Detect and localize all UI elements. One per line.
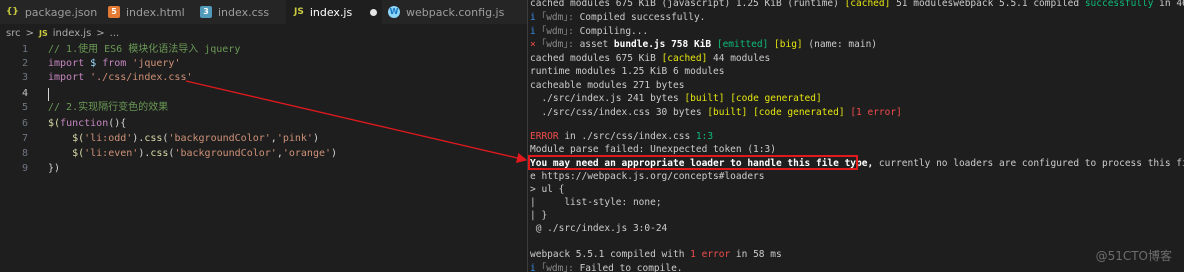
watermark: @51CTO博客 [1095,249,1172,263]
annotation-arrow [185,80,528,164]
